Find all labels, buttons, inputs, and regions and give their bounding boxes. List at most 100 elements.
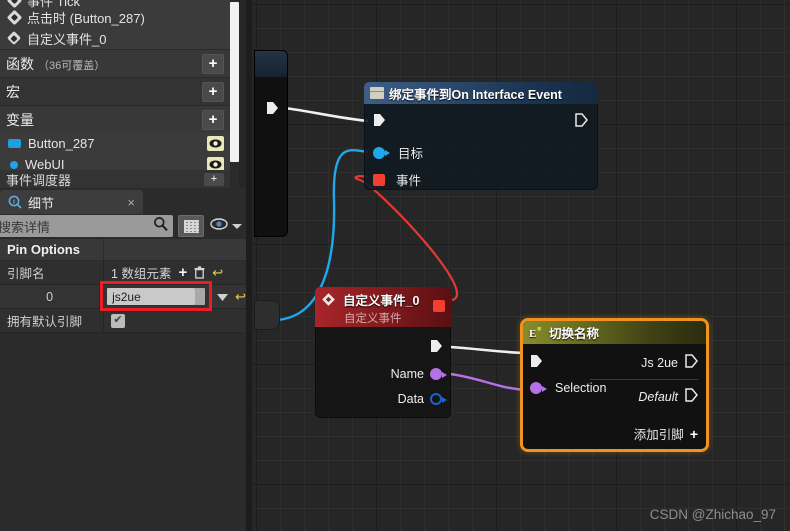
pin-name-input[interactable]: js2ue xyxy=(107,288,196,305)
node-title: 绑定事件到On Interface Event xyxy=(389,87,562,102)
offscreen-node-partial[interactable] xyxy=(254,50,288,237)
wire-layer xyxy=(269,105,527,392)
search-icon xyxy=(153,216,169,237)
switch-enum-icon: E xyxy=(529,326,544,340)
section-label: 事件调度器 xyxy=(6,172,72,188)
node-header: 自定义事件_0 自定义事件 xyxy=(315,287,451,327)
close-icon[interactable]: × xyxy=(127,195,135,210)
details-panel: i 细节 × 搜索详情 Pin Options 引脚名 1 数组元素 + ↩ 0… xyxy=(0,188,246,531)
blueprint-event-label: 自定义事件_0 xyxy=(27,32,107,47)
svg-text:i: i xyxy=(13,199,14,206)
unreal-blueprint-editor: 事件 Tick 点击时 (Button_287) 自定义事件_0 函数 （36可… xyxy=(0,0,790,531)
blueprint-section-event-dispatchers[interactable]: 事件调度器 + xyxy=(0,170,230,188)
row-label: 拥有默认引脚 xyxy=(0,309,104,332)
pin-label: Selection xyxy=(555,381,607,395)
details-visibility-control[interactable] xyxy=(210,217,242,235)
exec-out-pin[interactable] xyxy=(266,101,279,120)
blueprint-section-variables[interactable]: 变量 + xyxy=(0,105,230,133)
pin-label: 事件 xyxy=(396,174,422,188)
node-bind-event-to-on-interface-event[interactable]: 绑定事件到On Interface Event 目标 事件 xyxy=(364,82,598,190)
exec-out-pin[interactable] xyxy=(430,339,443,358)
custom-event-diamond-icon xyxy=(6,30,22,46)
offscreen-node-header xyxy=(255,51,287,77)
node-body: 目标 事件 xyxy=(364,104,598,190)
delete-icon[interactable] xyxy=(194,266,205,279)
blueprint-section-functions[interactable]: 函数 （36可覆盖） + xyxy=(0,49,230,77)
search-input[interactable]: 搜索详情 xyxy=(0,215,173,237)
function-node-icon xyxy=(370,87,384,99)
blueprint-section-macros[interactable]: 宏 + xyxy=(0,77,230,105)
exec-wire-1 xyxy=(275,105,369,123)
pin-label: 目标 xyxy=(398,147,424,161)
left-column: 事件 Tick 点击时 (Button_287) 自定义事件_0 函数 （36可… xyxy=(0,0,246,531)
row-label: 引脚名 xyxy=(0,261,104,284)
pin-label: Default xyxy=(638,389,678,404)
details-empty-area xyxy=(0,393,246,531)
dropdown-icon[interactable] xyxy=(217,290,229,304)
add-pin-label[interactable]: 添加引脚 xyxy=(634,424,684,443)
section-label: 宏 xyxy=(6,83,20,100)
event-diamond-icon xyxy=(6,0,23,8)
node-header: 绑定事件到On Interface Event xyxy=(364,82,598,104)
add-function-button[interactable]: + xyxy=(202,53,224,74)
grid-view-icon[interactable] xyxy=(178,215,204,237)
event-diamond-icon xyxy=(6,9,23,26)
add-macro-button[interactable]: + xyxy=(202,81,224,102)
name-pin[interactable] xyxy=(530,382,547,394)
exec-in-pin[interactable] xyxy=(373,113,386,130)
details-row-pin-0: 0 js2ue ↩ xyxy=(0,281,246,311)
name-wire xyxy=(449,372,527,392)
name-pin[interactable] xyxy=(430,368,447,380)
exec-out-pin[interactable] xyxy=(575,113,588,130)
chevron-down-icon[interactable] xyxy=(232,223,242,229)
delegate-output-pin[interactable] xyxy=(433,300,445,312)
pin-label: Js 2ue xyxy=(641,355,678,370)
tab-label: 细节 xyxy=(28,195,55,211)
offscreen-node-partial-2[interactable] xyxy=(254,300,280,330)
tab-details[interactable]: i 细节 × xyxy=(0,190,143,214)
eye-icon[interactable] xyxy=(210,217,228,235)
add-variable-button[interactable]: + xyxy=(202,109,224,130)
variable-label: Button_287 xyxy=(28,136,95,151)
row-value: 1 数组元素 xyxy=(111,267,172,281)
add-icon[interactable]: + xyxy=(178,264,187,281)
watermark: CSDN @Zhichao_97 xyxy=(649,507,776,522)
details-category-pin-options[interactable]: Pin Options xyxy=(0,238,246,261)
delegate-pin[interactable] xyxy=(373,173,385,186)
details-tabbar: i 细节 × xyxy=(0,188,246,214)
reset-icon[interactable]: ↩ xyxy=(212,265,223,281)
delegate-wire xyxy=(354,175,459,302)
section-sublabel: （36可覆盖） xyxy=(38,59,106,72)
widget-swatch-icon xyxy=(8,139,21,148)
field-tail xyxy=(195,288,206,305)
object-pin[interactable] xyxy=(373,146,390,159)
reset-icon[interactable]: ↩ xyxy=(235,289,246,305)
node-title: 切换名称 xyxy=(549,327,600,341)
node-header: E 切换名称 xyxy=(523,321,706,344)
search-placeholder: 搜索详情 xyxy=(0,219,51,235)
node-body: Name Data xyxy=(315,327,451,418)
blueprint-event-item-2[interactable]: 自定义事件_0 xyxy=(0,28,230,49)
my-blueprint-panel: 事件 Tick 点击时 (Button_287) 自定义事件_0 函数 （36可… xyxy=(0,0,246,188)
blueprint-scrollbar[interactable] xyxy=(230,2,239,162)
node-title: 自定义事件_0 xyxy=(343,294,420,308)
struct-pin[interactable] xyxy=(430,393,447,405)
add-pin-icon[interactable]: + xyxy=(690,426,698,442)
blueprint-tree: 事件 Tick 点击时 (Button_287) 自定义事件_0 函数 （36可… xyxy=(0,0,230,175)
node-switch-on-name[interactable]: E 切换名称 Selection Js 2ue Default 添加引脚 + xyxy=(520,318,709,452)
has-default-pin-checkbox[interactable]: ✔ xyxy=(111,313,125,328)
blueprint-event-item-1[interactable]: 点击时 (Button_287) xyxy=(0,7,230,28)
blueprint-event-item-0[interactable]: 事件 Tick xyxy=(0,0,230,9)
node-custom-event-0[interactable]: 自定义事件_0 自定义事件 Name Data xyxy=(315,287,451,418)
add-event-dispatcher-button[interactable]: + xyxy=(204,172,224,186)
exec-in-pin[interactable] xyxy=(530,354,543,371)
blueprint-event-label: 点击时 (Button_287) xyxy=(27,11,145,26)
exec-out-pin[interactable] xyxy=(685,388,698,405)
variable-item-button287[interactable]: Button_287 xyxy=(0,133,230,154)
panel-edge xyxy=(239,0,246,188)
object-swatch-icon xyxy=(10,160,18,169)
node-body: Selection Js 2ue Default 添加引脚 + xyxy=(523,344,706,449)
eye-icon[interactable] xyxy=(207,136,224,151)
blueprint-graph-canvas[interactable]: 绑定事件到On Interface Event 目标 事件 自定义事件_0 自定… xyxy=(246,0,790,531)
exec-out-pin[interactable] xyxy=(685,354,698,371)
